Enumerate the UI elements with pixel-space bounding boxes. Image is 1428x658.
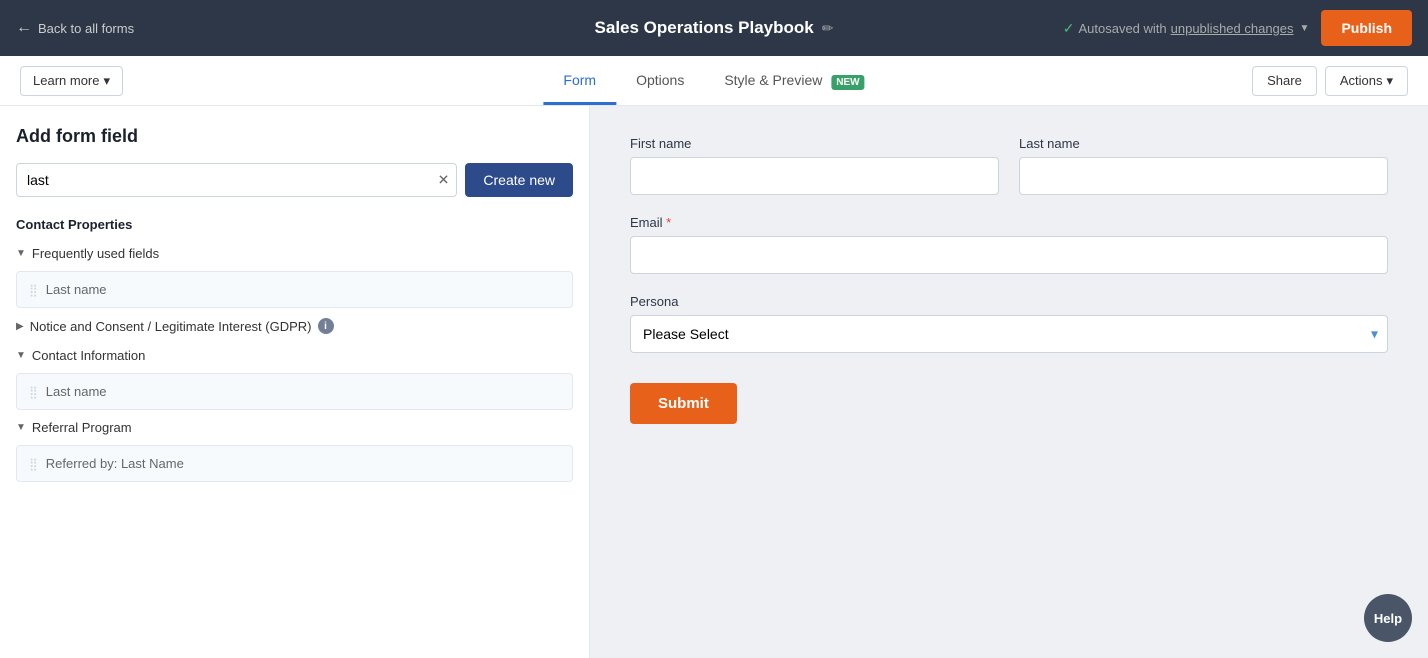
tab-options[interactable]: Options bbox=[616, 58, 704, 105]
name-row: First name Last name bbox=[630, 136, 1388, 195]
search-row: ✕ Create new bbox=[16, 163, 573, 197]
group-label-frequently-used: Frequently used fields bbox=[32, 246, 159, 261]
help-button[interactable]: Help bbox=[1364, 594, 1412, 642]
group-header-referral[interactable]: ▼ Referral Program bbox=[16, 416, 573, 439]
drag-handle-icon: ⣿ bbox=[29, 385, 38, 399]
autosave-text: Autosaved with bbox=[1078, 21, 1166, 36]
search-clear-button[interactable]: ✕ bbox=[438, 172, 450, 189]
actions-label: Actions bbox=[1340, 73, 1383, 88]
first-name-label: First name bbox=[630, 136, 999, 151]
back-button[interactable]: ← Back to all forms bbox=[16, 19, 134, 37]
actions-caret-icon: ▾ bbox=[1386, 73, 1393, 89]
form-preview: First name Last name Email * Persona bbox=[630, 136, 1388, 424]
tab-style-label: Style & Preview bbox=[724, 72, 822, 88]
last-name-label: Last name bbox=[1019, 136, 1388, 151]
group-label-contact-info: Contact Information bbox=[32, 348, 145, 363]
list-item[interactable]: ⣿ Last name bbox=[16, 373, 573, 410]
field-label: Referred by: Last Name bbox=[46, 456, 184, 471]
top-nav: ← Back to all forms Sales Operations Pla… bbox=[0, 0, 1428, 56]
unpublished-changes-link[interactable]: unpublished changes bbox=[1171, 21, 1294, 36]
tab-style-preview[interactable]: Style & Preview NEW bbox=[704, 58, 884, 105]
left-panel: Add form field ✕ Create new Contact Prop… bbox=[0, 106, 590, 658]
field-group-frequently-used: ▼ Frequently used fields ⣿ Last name bbox=[16, 242, 573, 308]
email-input[interactable] bbox=[630, 236, 1388, 274]
last-name-input[interactable] bbox=[1019, 157, 1388, 195]
submit-row: Submit bbox=[630, 373, 1388, 424]
checkmark-icon: ✓ bbox=[1063, 20, 1075, 37]
chevron-right-icon: ▶ bbox=[16, 321, 24, 332]
first-name-field: First name bbox=[630, 136, 999, 195]
chevron-down-icon: ▼ bbox=[16, 248, 26, 259]
learn-more-label: Learn more bbox=[33, 73, 99, 88]
actions-button[interactable]: Actions ▾ bbox=[1325, 66, 1408, 96]
autosave-status: ✓ Autosaved with unpublished changes ▼ bbox=[1063, 20, 1310, 37]
back-arrow-icon: ← bbox=[16, 19, 32, 37]
submit-button[interactable]: Submit bbox=[630, 383, 737, 424]
last-name-field: Last name bbox=[1019, 136, 1388, 195]
persona-label: Persona bbox=[630, 294, 1388, 309]
form-title-area: Sales Operations Playbook ✏ bbox=[595, 18, 834, 38]
drag-handle-icon: ⣿ bbox=[29, 457, 38, 471]
persona-select[interactable]: Please Select bbox=[630, 315, 1388, 353]
create-new-button[interactable]: Create new bbox=[465, 163, 573, 197]
persona-field: Persona Please Select ▾ bbox=[630, 294, 1388, 353]
field-group-gdpr: ▶ Notice and Consent / Legitimate Intere… bbox=[16, 314, 573, 338]
new-badge: NEW bbox=[831, 75, 864, 90]
email-label: Email * bbox=[630, 215, 1388, 230]
right-panel: First name Last name Email * Persona bbox=[590, 106, 1428, 658]
field-group-contact-info: ▼ Contact Information ⣿ Last name bbox=[16, 344, 573, 410]
nav-right: ✓ Autosaved with unpublished changes ▼ P… bbox=[1063, 10, 1412, 46]
first-name-input[interactable] bbox=[630, 157, 999, 195]
search-input-wrap: ✕ bbox=[16, 163, 457, 197]
group-header-contact-info[interactable]: ▼ Contact Information bbox=[16, 344, 573, 367]
drag-handle-icon: ⣿ bbox=[29, 283, 38, 297]
share-button[interactable]: Share bbox=[1252, 66, 1317, 96]
sub-nav-right: Share Actions ▾ bbox=[1252, 66, 1408, 96]
list-item[interactable]: ⣿ Last name bbox=[16, 271, 573, 308]
email-field: Email * bbox=[630, 215, 1388, 274]
learn-more-caret-icon: ▾ bbox=[103, 73, 110, 89]
publish-button[interactable]: Publish bbox=[1321, 10, 1412, 46]
list-item[interactable]: ⣿ Referred by: Last Name bbox=[16, 445, 573, 482]
persona-row: Persona Please Select ▾ bbox=[630, 294, 1388, 353]
field-label: Last name bbox=[46, 282, 107, 297]
back-label: Back to all forms bbox=[38, 21, 134, 36]
sub-nav: Learn more ▾ Form Options Style & Previe… bbox=[0, 56, 1428, 106]
tab-form[interactable]: Form bbox=[543, 58, 616, 105]
contact-properties-header: Contact Properties bbox=[16, 217, 573, 232]
learn-more-button[interactable]: Learn more ▾ bbox=[20, 66, 123, 96]
group-label-referral: Referral Program bbox=[32, 420, 132, 435]
autosave-dropdown-icon[interactable]: ▼ bbox=[1300, 23, 1310, 34]
edit-icon[interactable]: ✏ bbox=[822, 20, 834, 37]
field-label: Last name bbox=[46, 384, 107, 399]
group-label-gdpr: Notice and Consent / Legitimate Interest… bbox=[30, 319, 312, 334]
chevron-down-icon: ▼ bbox=[16, 422, 26, 433]
tab-form-label: Form bbox=[563, 72, 596, 88]
info-icon: i bbox=[318, 318, 334, 334]
group-header-frequently-used[interactable]: ▼ Frequently used fields bbox=[16, 242, 573, 265]
form-title: Sales Operations Playbook bbox=[595, 18, 814, 38]
group-header-gdpr[interactable]: ▶ Notice and Consent / Legitimate Intere… bbox=[16, 314, 573, 338]
main-layout: Add form field ✕ Create new Contact Prop… bbox=[0, 106, 1428, 658]
persona-select-wrap: Please Select ▾ bbox=[630, 315, 1388, 353]
required-star: * bbox=[666, 215, 671, 230]
search-input[interactable] bbox=[16, 163, 457, 197]
nav-tabs: Form Options Style & Preview NEW bbox=[543, 57, 884, 104]
share-label: Share bbox=[1267, 73, 1302, 88]
tab-options-label: Options bbox=[636, 72, 684, 88]
add-field-title: Add form field bbox=[16, 126, 573, 147]
chevron-down-icon: ▼ bbox=[16, 350, 26, 361]
field-group-referral: ▼ Referral Program ⣿ Referred by: Last N… bbox=[16, 416, 573, 482]
email-row: Email * bbox=[630, 215, 1388, 274]
